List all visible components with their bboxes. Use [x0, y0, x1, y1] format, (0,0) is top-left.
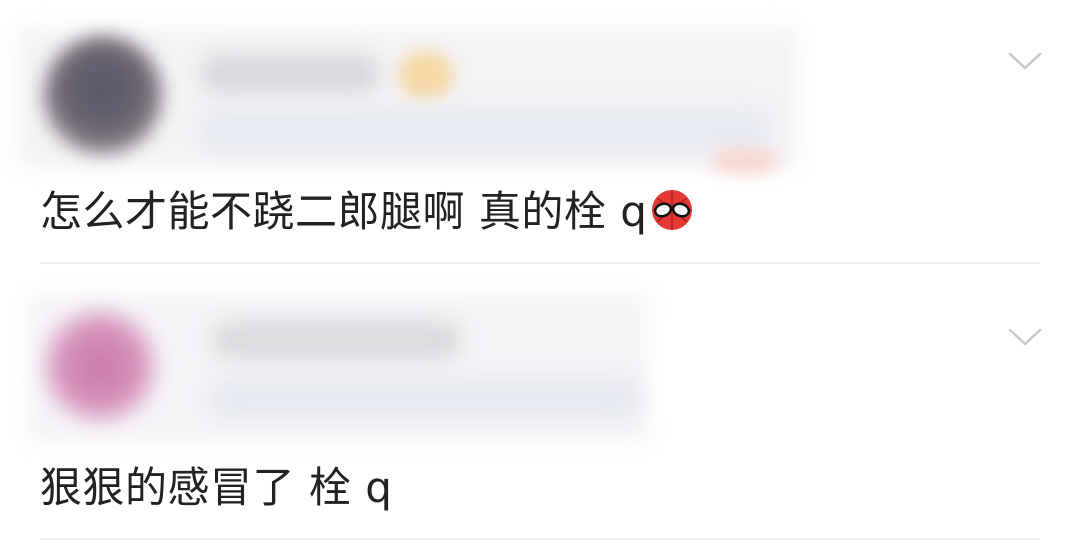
divider	[40, 538, 1040, 540]
avatar[interactable]	[44, 310, 156, 422]
comment-menu-button[interactable]	[1008, 326, 1042, 348]
avatar[interactable]	[44, 36, 162, 154]
comment-text: 怎么才能不跷二郎腿啊 真的栓 q	[40, 186, 695, 238]
spider-man-emoji-icon	[652, 190, 693, 230]
redacted-username[interactable]	[212, 320, 462, 360]
redacted-meta-accent	[710, 148, 780, 174]
divider	[40, 262, 1040, 264]
redacted-username[interactable]	[200, 54, 380, 94]
comment-menu-button[interactable]	[1008, 50, 1042, 72]
redacted-meta	[210, 378, 640, 418]
comment-item: 怎么才能不跷二郎腿啊 真的栓 q	[0, 0, 1080, 266]
chevron-down-icon	[1008, 328, 1042, 346]
chevron-down-icon	[1008, 52, 1042, 70]
comment-text-content: 狠狠的感冒了 栓 q	[40, 463, 393, 512]
comment-item: 狠狠的感冒了 栓 q	[0, 266, 1080, 544]
redacted-badge	[398, 50, 454, 100]
redacted-meta	[200, 108, 770, 152]
comment-text: 狠狠的感冒了 栓 q	[40, 462, 392, 514]
comment-text-content: 怎么才能不跷二郎腿啊 真的栓 q	[40, 187, 648, 236]
